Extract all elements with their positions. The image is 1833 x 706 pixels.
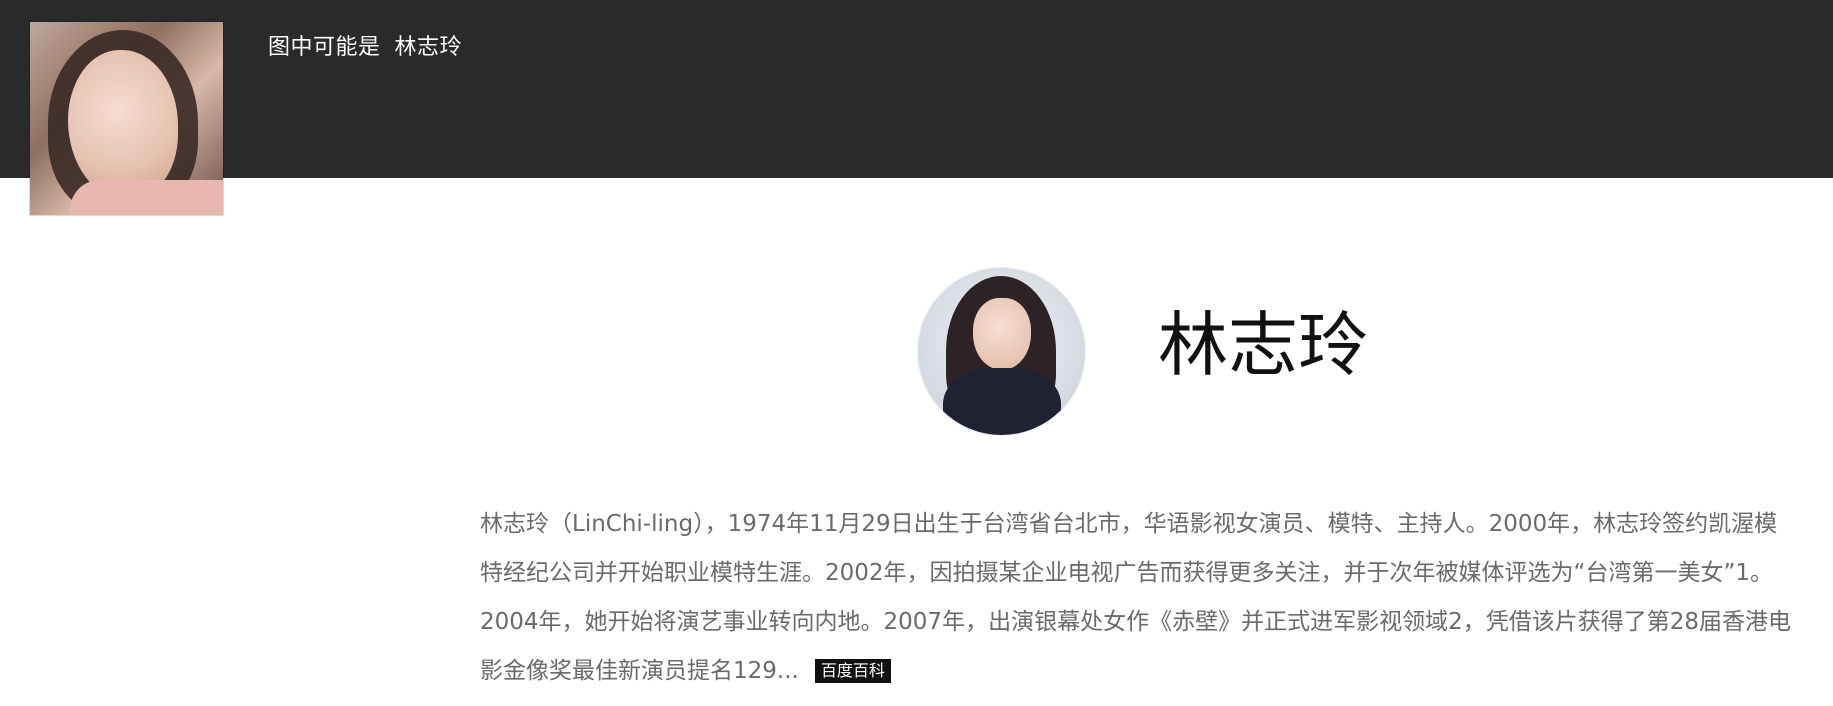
source-badge[interactable]: 百度百科 <box>814 659 891 683</box>
header-bar: 图中可能是 林志玲 <box>0 0 1833 215</box>
entity-description: 林志玲（LinChi-ling），1974年11月29日出生于台湾省台北市，华语… <box>480 500 1800 696</box>
avatar-dress-shape <box>943 368 1061 435</box>
avatar-face-shape <box>973 298 1031 370</box>
entity-title[interactable]: 林志玲 <box>1158 310 1368 380</box>
recognition-name[interactable]: 林志玲 <box>395 35 463 60</box>
recognition-prefix: 图中可能是 <box>268 35 381 60</box>
entity-card: 林志玲 林志玲（LinChi-ling），1974年11月29日出生于台湾省台北… <box>0 178 1833 706</box>
entity-description-text: 林志玲（LinChi-ling），1974年11月29日出生于台湾省台北市，华语… <box>480 511 1791 684</box>
entity-avatar[interactable] <box>918 268 1085 435</box>
recognition-label: 图中可能是 林志玲 <box>268 29 462 61</box>
